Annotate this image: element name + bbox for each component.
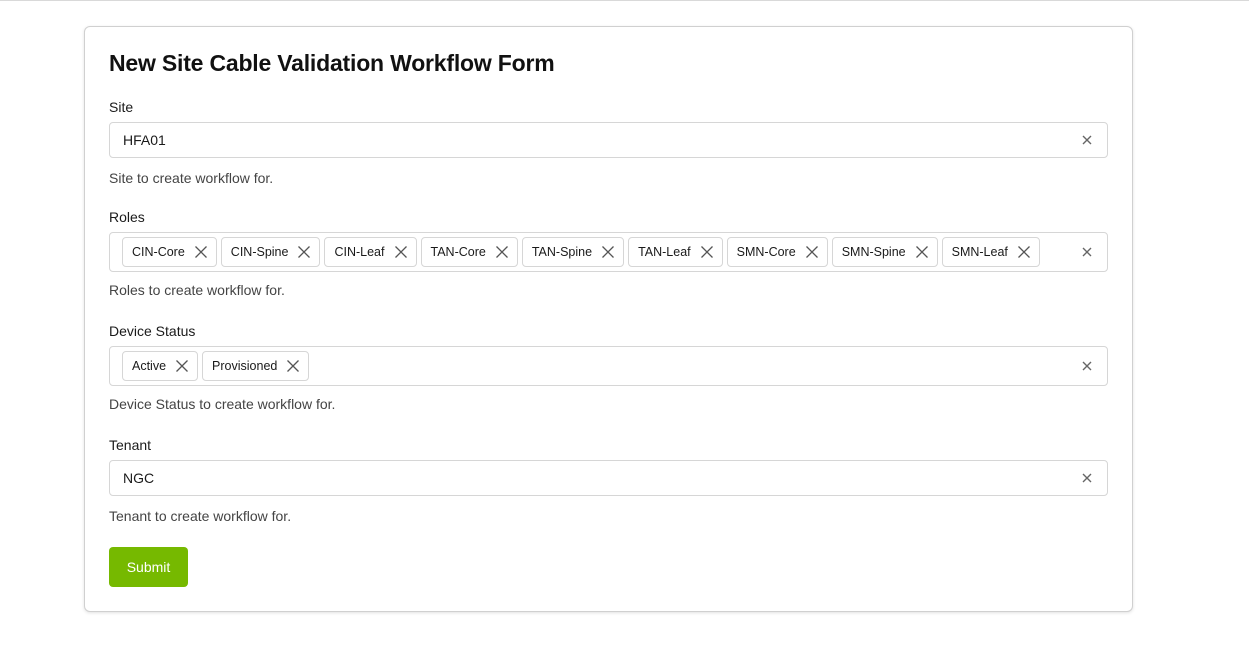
tenant-label: Tenant	[109, 437, 152, 453]
page-title: New Site Cable Validation Workflow Form	[109, 50, 555, 76]
tenant-help-text: Tenant to create workflow for.	[109, 508, 292, 524]
role-chip-label: TAN-Leaf	[638, 245, 691, 259]
device-status-field: Device Status Active Provisioned Device …	[109, 322, 1108, 413]
device-status-label: Device Status	[109, 323, 196, 339]
role-chip: SMN-Leaf	[941, 237, 1040, 267]
site-help-text: Site to create workflow for.	[109, 170, 274, 186]
role-chip: SMN-Core	[726, 237, 828, 267]
role-chip: TAN-Core	[420, 237, 518, 267]
site-label: Site	[109, 99, 134, 115]
tenant-field: Tenant NGC Tenant to create workflow for…	[109, 436, 1108, 525]
remove-role-icon[interactable]	[915, 245, 929, 259]
role-chip: CIN-Spine	[220, 237, 321, 267]
role-chip: TAN-Spine	[521, 237, 625, 267]
site-value: HFA01	[123, 132, 166, 148]
workflow-form-card: New Site Cable Validation Workflow Form …	[84, 26, 1133, 612]
remove-role-icon[interactable]	[601, 245, 615, 259]
remove-role-icon[interactable]	[1017, 245, 1031, 259]
role-chip: TAN-Leaf	[628, 237, 723, 267]
status-chip: Active	[122, 351, 199, 381]
roles-field: Roles CIN-Core CIN-Spine CIN-Leaf TAN-Co…	[109, 208, 1108, 299]
remove-status-icon[interactable]	[175, 359, 189, 373]
role-chip-label: CIN-Core	[132, 245, 185, 259]
device-status-help-text: Device Status to create workflow for.	[109, 396, 336, 412]
roles-label: Roles	[109, 209, 145, 225]
remove-role-icon[interactable]	[297, 245, 311, 259]
remove-role-icon[interactable]	[700, 245, 714, 259]
submit-button[interactable]: Submit	[109, 547, 188, 587]
roles-help-text: Roles to create workflow for.	[109, 282, 285, 298]
role-chip-label: TAN-Spine	[531, 245, 593, 259]
remove-role-icon[interactable]	[194, 245, 208, 259]
tenant-select[interactable]: NGC	[109, 460, 1108, 496]
role-chip: CIN-Leaf	[324, 237, 417, 267]
role-chip-label: CIN-Spine	[230, 245, 289, 259]
site-clear-icon[interactable]	[1081, 134, 1093, 146]
tenant-value: NGC	[123, 470, 155, 486]
site-field: Site HFA01 Site to create workflow for.	[109, 98, 1108, 187]
device-status-clear-icon[interactable]	[1081, 360, 1093, 372]
top-divider	[0, 0, 1249, 1]
roles-multiselect[interactable]: CIN-Core CIN-Spine CIN-Leaf TAN-Core TAN…	[109, 232, 1108, 272]
site-select[interactable]: HFA01	[109, 122, 1108, 158]
role-chip: SMN-Spine	[831, 237, 938, 267]
roles-clear-icon[interactable]	[1081, 246, 1093, 258]
role-chip-label: SMN-Core	[736, 245, 796, 259]
status-chip-label: Active	[132, 359, 167, 373]
role-chip-label: CIN-Leaf	[334, 245, 385, 259]
role-chip-label: SMN-Leaf	[951, 245, 1008, 259]
device-status-multiselect[interactable]: Active Provisioned	[109, 346, 1108, 386]
role-chip-label: SMN-Spine	[841, 245, 906, 259]
role-chip-label: TAN-Core	[430, 245, 486, 259]
tenant-clear-icon[interactable]	[1081, 472, 1093, 484]
remove-role-icon[interactable]	[495, 245, 509, 259]
role-chip: CIN-Core	[122, 237, 217, 267]
remove-status-icon[interactable]	[286, 359, 300, 373]
status-chip-label: Provisioned	[212, 359, 278, 373]
remove-role-icon[interactable]	[394, 245, 408, 259]
remove-role-icon[interactable]	[805, 245, 819, 259]
status-chip: Provisioned	[202, 351, 310, 381]
